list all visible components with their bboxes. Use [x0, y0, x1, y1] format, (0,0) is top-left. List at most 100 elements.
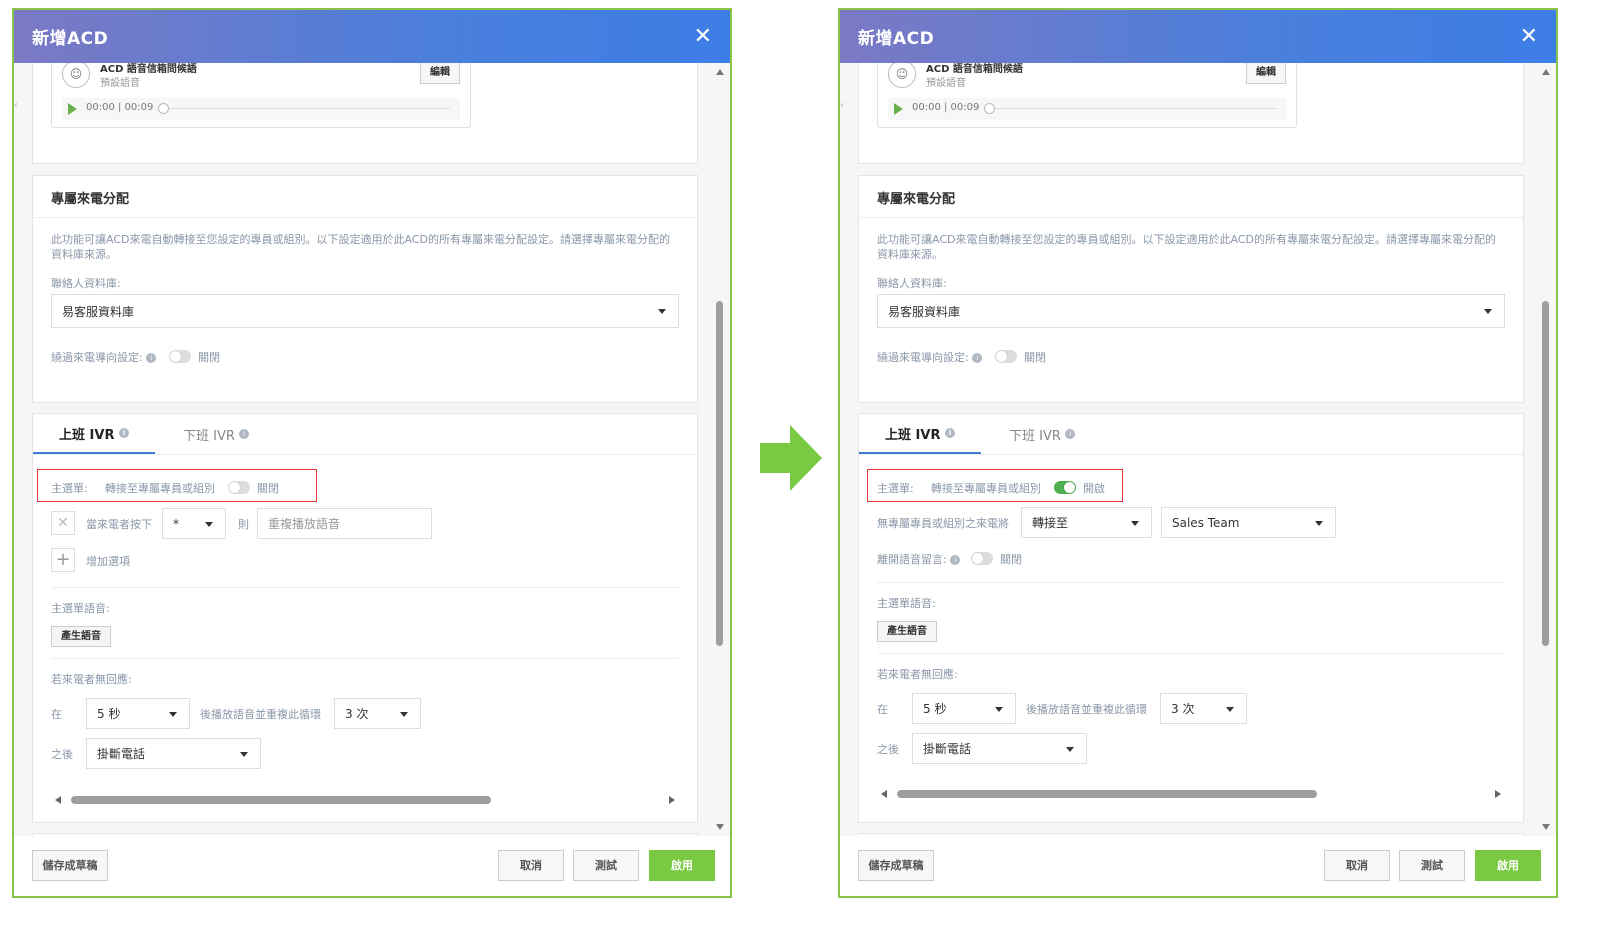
info-icon[interactable]: i: [950, 555, 961, 565]
then-label: 則: [238, 518, 249, 531]
test-button[interactable]: 測試: [1399, 850, 1465, 881]
scroll-right-icon[interactable]: [1495, 790, 1501, 798]
vertical-scrollbar[interactable]: [1540, 63, 1552, 836]
voice-icon: ☺: [62, 63, 90, 88]
audio-progress-track[interactable]: [160, 108, 450, 109]
action-input[interactable]: 重複播放語音: [257, 508, 432, 539]
dialog-body: ‹ ☺ ACD 語音信箱問候語 預設語音 編輯 00:00 | 00:09 專屬…: [14, 63, 730, 836]
tab-day-ivr[interactable]: 上班 IVR i: [859, 414, 981, 454]
info-icon[interactable]: i: [972, 353, 983, 363]
enable-button[interactable]: 啟用: [649, 850, 715, 881]
scroll-thumb[interactable]: [716, 301, 723, 646]
divider: [51, 587, 679, 588]
scroll-thumb[interactable]: [897, 790, 1317, 798]
scroll-down-icon[interactable]: [1542, 824, 1550, 830]
audio-controls: 00:00 | 00:09: [888, 98, 1286, 120]
voice-player: ☺ ACD 語音信箱問候語 預設語音 編輯 00:00 | 00:09: [51, 63, 471, 128]
generate-voice-button[interactable]: 產生語音: [51, 626, 111, 647]
seconds-select[interactable]: 5 秒: [912, 693, 1016, 724]
times-select[interactable]: 3 次: [1160, 693, 1247, 724]
db-select[interactable]: 易客服資料庫: [51, 294, 679, 328]
play-time: 00:00 | 00:09: [86, 102, 154, 113]
generate-voice-button[interactable]: 產生語音: [877, 621, 937, 642]
collapse-nub-icon[interactable]: ‹: [14, 100, 20, 114]
horizontal-scrollbar[interactable]: [55, 794, 675, 806]
after-value: 掛斷電話: [923, 742, 972, 756]
tab-night-ivr[interactable]: 下班 IVR i: [183, 414, 250, 454]
dialog-body: ‹ ☺ ACD 語音信箱問候語 預設語音 編輯 00:00 | 00:09 專屬…: [840, 63, 1556, 836]
tab-day-ivr[interactable]: 上班 IVR i: [33, 414, 155, 454]
play-time: 00:00 | 00:09: [912, 102, 980, 113]
dialog-footer: 儲存成草稿 取消 測試 啟用: [840, 836, 1556, 896]
bypass-toggle[interactable]: [995, 350, 1017, 363]
add-option-icon[interactable]: +: [51, 548, 75, 572]
chevron-down-icon: [995, 706, 1003, 712]
add-option-label[interactable]: 增加選項: [86, 553, 130, 569]
edit-voice-button[interactable]: 編輯: [1246, 63, 1286, 84]
seconds-select[interactable]: 5 秒: [86, 698, 190, 729]
after-select[interactable]: 掛斷電話: [86, 738, 261, 769]
press-label: 當來電者按下: [86, 518, 152, 531]
audio-progress-knob[interactable]: [158, 103, 169, 114]
key-select[interactable]: *: [162, 508, 226, 539]
close-icon[interactable]: ✕: [694, 25, 712, 48]
voice-card: ☺ ACD 語音信箱問候語 預設語音 編輯 00:00 | 00:09: [858, 63, 1524, 164]
tab-day-label: 上班 IVR: [885, 427, 941, 443]
scroll-thumb[interactable]: [1542, 301, 1549, 646]
bypass-label: 繞過來電導向設定: i: [877, 349, 983, 365]
after-select[interactable]: 掛斷電話: [912, 733, 1087, 764]
dialog-header: 新增ACD ✕: [840, 10, 1556, 63]
collapse-nub-icon[interactable]: ‹: [840, 100, 846, 114]
vertical-scrollbar[interactable]: [714, 63, 726, 836]
tab-night-ivr[interactable]: 下班 IVR i: [1009, 414, 1076, 454]
chevron-down-icon: [658, 309, 666, 314]
save-draft-button[interactable]: 儲存成草稿: [32, 850, 108, 881]
forward-value: 轉接至: [1032, 516, 1069, 530]
db-select[interactable]: 易客服資料庫: [877, 294, 1505, 328]
enable-button[interactable]: 啟用: [1475, 850, 1541, 881]
chevron-down-icon: [205, 521, 213, 527]
test-button[interactable]: 測試: [573, 850, 639, 881]
bypass-toggle[interactable]: [169, 350, 191, 363]
transfer-label: 轉接至專屬專員或組別: [931, 482, 1041, 495]
audio-progress-track[interactable]: [986, 108, 1276, 109]
save-draft-button[interactable]: 儲存成草稿: [858, 850, 934, 881]
scroll-down-icon[interactable]: [716, 824, 724, 830]
bypass-label: 繞過來電導向設定: i: [51, 349, 157, 365]
horizontal-scrollbar[interactable]: [881, 788, 1501, 800]
team-select[interactable]: Sales Team: [1161, 507, 1336, 538]
chevron-down-icon: [169, 711, 177, 717]
tab-divider: [33, 454, 697, 455]
cancel-button[interactable]: 取消: [1324, 850, 1390, 881]
close-icon[interactable]: ✕: [1520, 25, 1538, 48]
remove-option-icon[interactable]: ✕: [51, 511, 75, 535]
leave-msg-toggle[interactable]: [971, 552, 993, 565]
scroll-left-icon[interactable]: [55, 796, 61, 804]
info-icon: i: [1065, 429, 1076, 439]
scroll-thumb[interactable]: [71, 796, 491, 804]
times-select[interactable]: 3 次: [334, 698, 421, 729]
bypass-label-text: 繞過來電導向設定:: [51, 351, 143, 364]
scroll-up-icon[interactable]: [716, 69, 724, 75]
scroll-up-icon[interactable]: [1542, 69, 1550, 75]
audio-progress-knob[interactable]: [984, 103, 995, 114]
dialog-header: 新增ACD ✕: [14, 10, 730, 63]
forward-select[interactable]: 轉接至: [1021, 507, 1152, 538]
play-icon[interactable]: [68, 103, 77, 115]
edit-voice-button[interactable]: 編輯: [420, 63, 460, 84]
transfer-toggle[interactable]: [1054, 481, 1076, 494]
chevron-down-icon: [400, 711, 408, 717]
db-select-value: 易客服資料庫: [888, 304, 961, 319]
scroll-right-icon[interactable]: [669, 796, 675, 804]
bypass-state: 關閉: [198, 351, 220, 364]
play-icon[interactable]: [894, 103, 903, 115]
scroll-left-icon[interactable]: [881, 790, 887, 798]
no-response-label: 若來電者無回應:: [51, 673, 132, 686]
voice-card: ☺ ACD 語音信箱問候語 預設語音 編輯 00:00 | 00:09: [32, 63, 698, 164]
cancel-button[interactable]: 取消: [498, 850, 564, 881]
voice-icon: ☺: [888, 63, 916, 88]
info-icon[interactable]: i: [146, 353, 157, 363]
tab-night-label: 下班 IVR: [1009, 428, 1061, 444]
dialog-title: 新增ACD: [32, 29, 109, 49]
transfer-toggle[interactable]: [228, 481, 250, 494]
